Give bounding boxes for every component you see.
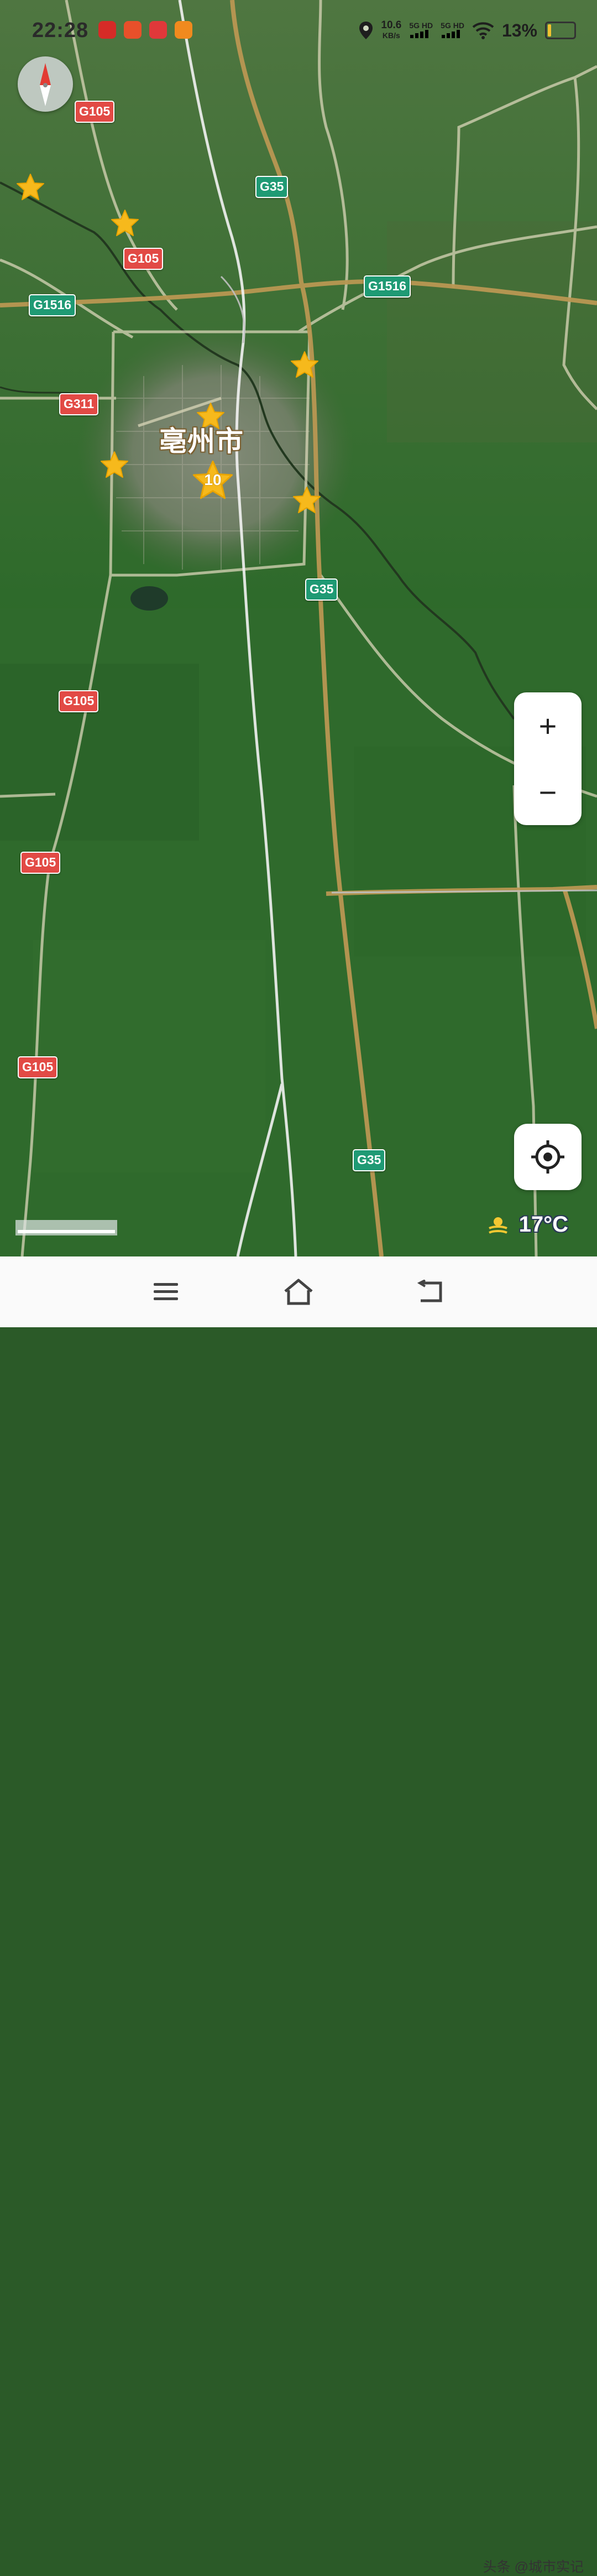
app-icon-1 xyxy=(98,21,116,39)
scale-bar xyxy=(15,1220,117,1235)
road-shield: G35 xyxy=(305,578,338,601)
road-shield: G105 xyxy=(18,1056,58,1078)
location-icon xyxy=(359,22,373,39)
map-canvas[interactable] xyxy=(0,0,597,1256)
sun-haze-icon xyxy=(488,1217,507,1234)
signal-2-label: 5G HD xyxy=(441,21,464,30)
back-button[interactable] xyxy=(413,1274,449,1310)
home-icon xyxy=(284,1279,313,1305)
net-speed-value: 10.6 xyxy=(381,19,402,31)
favorite-star-marker[interactable] xyxy=(290,350,320,380)
watermark: 头条 @城市实记 xyxy=(483,2559,584,2575)
signal-2: 5G HD xyxy=(441,22,464,39)
cluster-count: 10 xyxy=(204,471,222,488)
battery-percent: 13% xyxy=(501,20,537,40)
favorite-star-marker[interactable] xyxy=(15,173,45,202)
road-shield: G105 xyxy=(75,101,115,123)
signal-bars-icon xyxy=(410,30,429,38)
temperature: 17°C xyxy=(519,1212,568,1237)
system-nav-bar: 头条 @城市实记 xyxy=(0,1256,597,2575)
crosshair-icon xyxy=(531,1140,564,1174)
favorite-star-marker[interactable] xyxy=(100,450,129,480)
net-speed: 10.6 KB/s xyxy=(381,20,401,40)
home-button[interactable] xyxy=(281,1274,316,1310)
zoom-in-button[interactable]: + xyxy=(514,692,582,759)
star-cluster-marker[interactable]: 10 xyxy=(191,459,234,502)
road-shield: G105 xyxy=(20,852,61,874)
app-icon-4 xyxy=(175,21,192,39)
signal-bars-icon xyxy=(442,30,460,38)
favorite-star-marker[interactable] xyxy=(292,486,322,515)
city-label: 亳州市 xyxy=(159,426,244,457)
battery-icon xyxy=(545,22,576,39)
weather-widget[interactable]: 17°C xyxy=(486,1212,568,1237)
app-icon-3 xyxy=(149,21,167,39)
menu-icon xyxy=(154,1283,178,1300)
compass-button[interactable] xyxy=(18,56,73,112)
net-speed-unit: KB/s xyxy=(382,31,400,40)
signal-1: 5G HD xyxy=(409,22,433,39)
compass-icon xyxy=(40,63,51,106)
zoom-out-button[interactable]: − xyxy=(514,759,582,825)
road-shield: G35 xyxy=(353,1149,386,1171)
road-shield: G1516 xyxy=(29,294,76,316)
status-time: 22:28 xyxy=(32,19,89,42)
road-shield: G35 xyxy=(255,176,289,198)
status-right: 10.6 KB/s 5G HD 5G HD 13% xyxy=(359,17,576,44)
status-bar: 22:28 10.6 KB/s 5G HD 5G HD 13% xyxy=(0,0,597,61)
signal-1-label: 5G HD xyxy=(409,21,433,30)
wifi-icon xyxy=(472,22,494,39)
taobao-icon xyxy=(124,21,142,39)
back-icon xyxy=(417,1280,442,1302)
road-shield: G105 xyxy=(123,248,164,270)
zoom-control: + − xyxy=(514,692,582,825)
road-shield: G1516 xyxy=(364,275,411,298)
favorite-star-marker[interactable] xyxy=(110,208,140,238)
road-shield: G311 xyxy=(59,393,98,415)
menu-button[interactable] xyxy=(148,1274,184,1310)
locate-me-button[interactable] xyxy=(514,1124,582,1190)
road-shield: G105 xyxy=(59,690,99,712)
